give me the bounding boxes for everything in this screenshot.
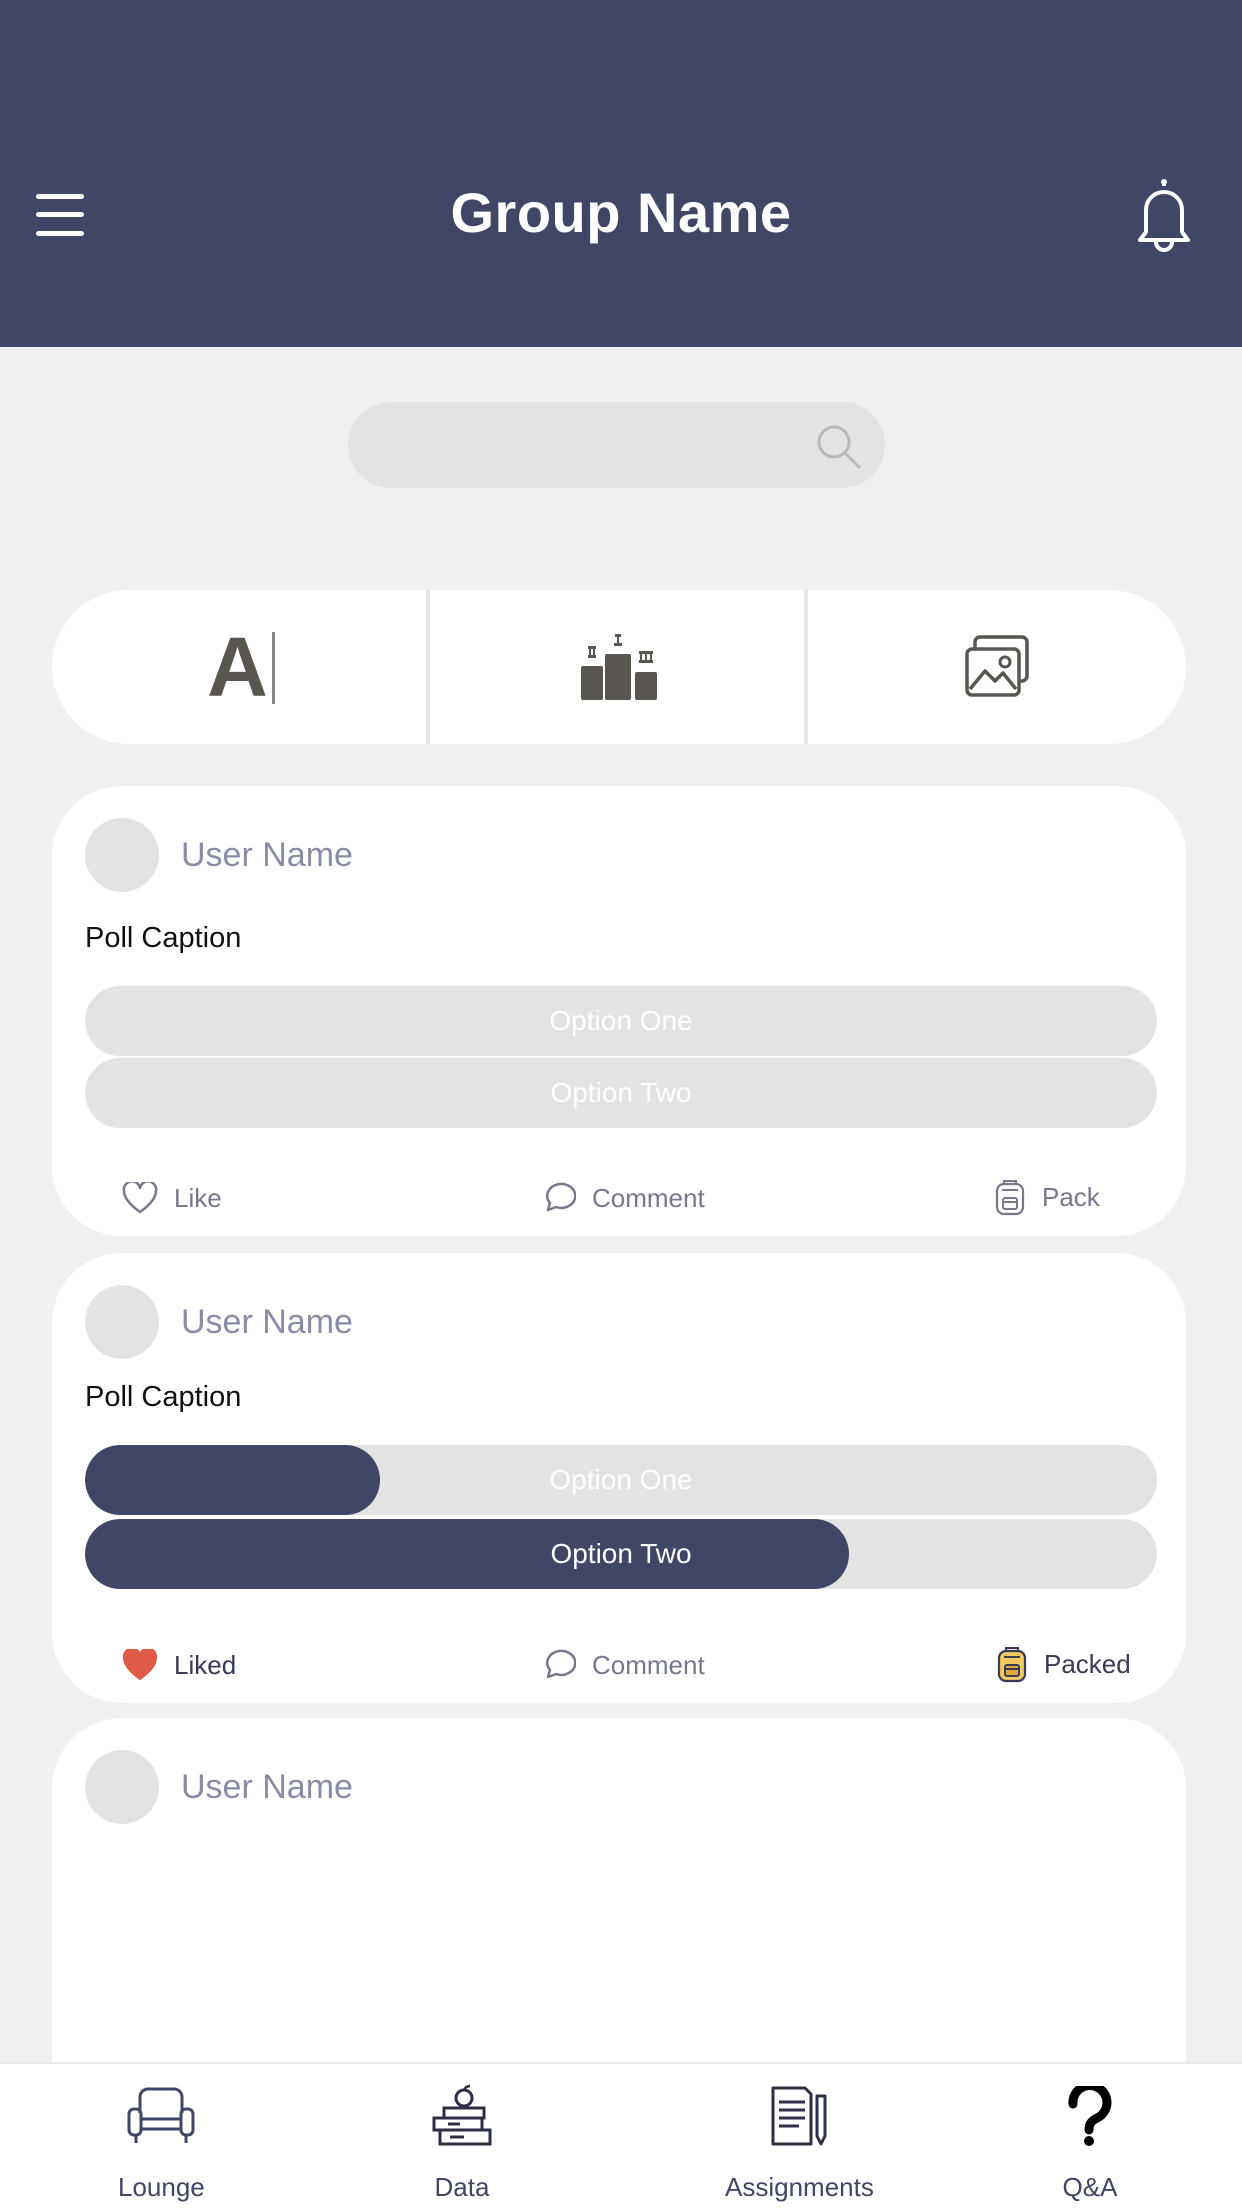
search-icon[interactable] <box>814 422 862 470</box>
nav-item-lounge[interactable]: Lounge <box>118 2084 205 2203</box>
avatar[interactable] <box>85 1285 159 1359</box>
comment-button[interactable]: Comment <box>542 1182 705 1214</box>
post-card: User Name Poll Caption Option One Option… <box>52 786 1186 1236</box>
avatar[interactable] <box>85 1750 159 1824</box>
post-type-selector: A <box>52 590 1186 744</box>
poll-option[interactable]: Option Two <box>85 1058 1157 1128</box>
search-bar[interactable] <box>348 402 885 488</box>
comment-button[interactable]: Comment <box>542 1649 705 1681</box>
pack-button[interactable]: Packed <box>996 1645 1131 1683</box>
heart-filled-icon <box>122 1649 158 1680</box>
user-name[interactable]: User Name <box>181 1768 353 1807</box>
poll-option[interactable]: Option Two <box>85 1519 1157 1589</box>
armchair-icon <box>127 2087 195 2143</box>
document-pencil-icon <box>771 2086 827 2146</box>
poll-caption: Poll Caption <box>85 1381 242 1413</box>
poll-option[interactable]: Option One <box>85 986 1157 1056</box>
packed-label: Packed <box>1044 1648 1131 1679</box>
poll-option-label: Option One <box>549 1464 693 1495</box>
poll-option-label: Option One <box>549 1005 693 1036</box>
image-post-button[interactable] <box>808 590 1186 744</box>
nav-label: Q&A <box>1062 2172 1118 2202</box>
text-icon: A <box>207 625 275 709</box>
like-button[interactable]: Like <box>122 1182 222 1214</box>
podium-icon <box>581 634 657 700</box>
nav-label: Assignments <box>725 2172 874 2202</box>
app-header: Group Name <box>0 0 1242 347</box>
poll-option-label: Option Two <box>550 1077 692 1108</box>
post-card: User Name Poll Caption Option One Option… <box>52 1253 1186 1703</box>
pack-button[interactable]: Pack <box>994 1178 1100 1216</box>
nav-label: Data <box>434 2172 490 2202</box>
question-mark-icon <box>1068 2086 1112 2146</box>
poll-option-label: Option Two <box>550 1538 692 1569</box>
like-label: Like <box>174 1182 222 1213</box>
image-gallery-icon <box>965 635 1029 697</box>
pack-label: Pack <box>1042 1181 1100 1212</box>
comment-label: Comment <box>592 1649 705 1680</box>
speech-bubble-icon <box>546 1182 576 1212</box>
nav-item-qa[interactable]: Q&A <box>1055 2084 1125 2203</box>
poll-caption: Poll Caption <box>85 922 242 954</box>
backpack-outline-icon <box>995 1180 1025 1216</box>
nav-item-data[interactable]: Data <box>427 2084 497 2203</box>
search-input[interactable] <box>378 402 818 488</box>
nav-item-assignments[interactable]: Assignments <box>725 2084 874 2203</box>
page-title: Group Name <box>450 181 792 244</box>
user-name[interactable]: User Name <box>181 836 353 875</box>
nav-label: Lounge <box>118 2172 205 2202</box>
bell-icon[interactable] <box>1132 176 1196 252</box>
bottom-nav: Lounge Data Assignments Q&A <box>0 2062 1242 2208</box>
user-name[interactable]: User Name <box>181 1303 353 1342</box>
liked-label: Liked <box>174 1649 237 1680</box>
poll-option[interactable]: Option One <box>85 1445 1157 1515</box>
books-apple-icon <box>432 2084 492 2146</box>
text-post-button[interactable]: A <box>52 590 430 744</box>
heart-outline-icon <box>122 1182 158 1214</box>
like-button[interactable]: Liked <box>122 1649 236 1681</box>
poll-post-button[interactable] <box>430 590 808 744</box>
comment-label: Comment <box>592 1182 705 1213</box>
backpack-filled-icon <box>997 1647 1027 1683</box>
speech-bubble-icon <box>546 1649 576 1679</box>
avatar[interactable] <box>85 818 159 892</box>
